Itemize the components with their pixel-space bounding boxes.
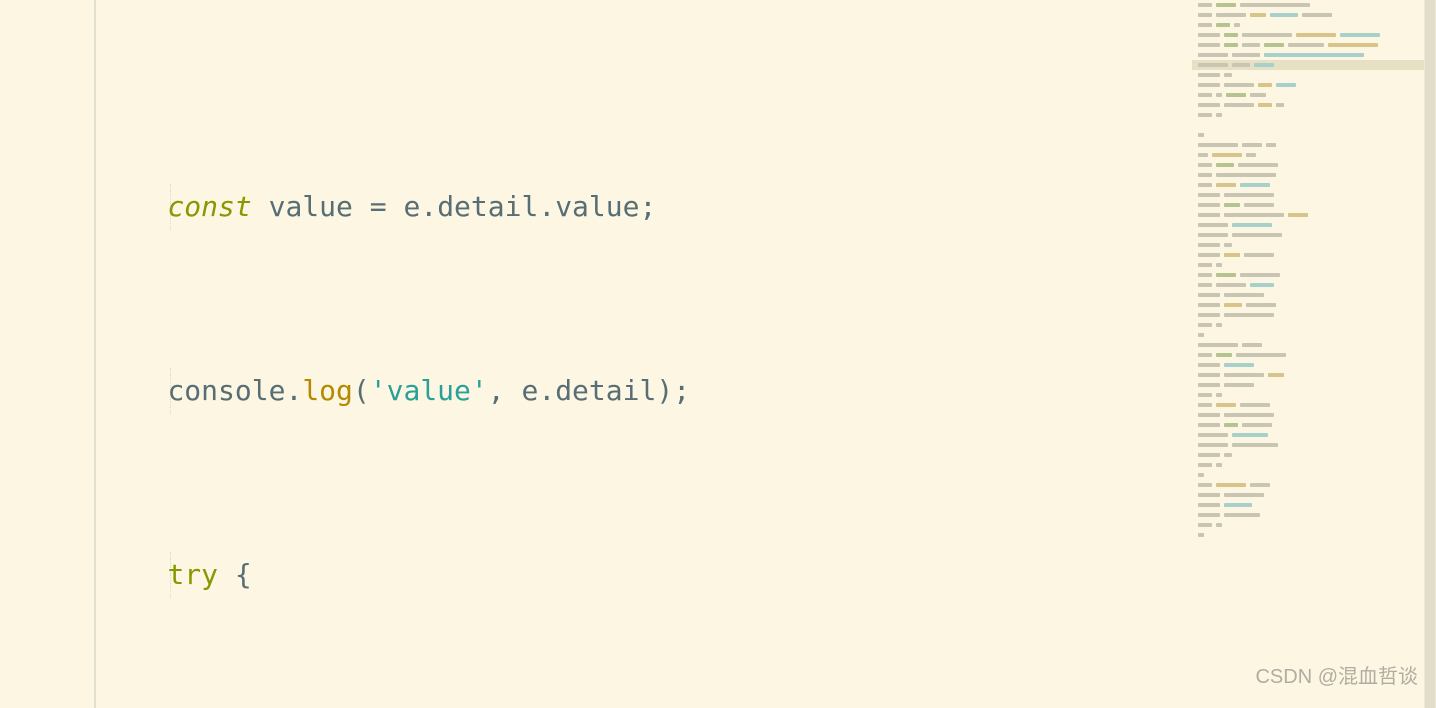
- identifier: value: [269, 190, 353, 223]
- identifier: value: [555, 190, 639, 223]
- code-editor[interactable]: const value = e.detail.value; console.lo…: [0, 0, 1192, 708]
- keyword-const: const: [167, 190, 251, 223]
- identifier: e: [521, 374, 538, 407]
- string-literal: 'value': [370, 374, 488, 407]
- watermark: CSDN @混血哲谈: [1255, 654, 1418, 700]
- identifier: detail: [437, 190, 538, 223]
- scrollbar-thumb[interactable]: [1425, 0, 1435, 708]
- keyword-try: try: [167, 558, 218, 591]
- gutter-line: [94, 0, 96, 708]
- operator: =: [370, 190, 387, 223]
- code-line[interactable]: console.log('value', e.detail);: [0, 368, 1192, 414]
- minimap[interactable]: [1192, 0, 1424, 708]
- identifier: e: [403, 190, 420, 223]
- identifier: detail: [555, 374, 656, 407]
- identifier: console: [167, 374, 285, 407]
- code-line[interactable]: try {: [0, 552, 1192, 598]
- scrollbar[interactable]: [1424, 0, 1436, 708]
- function-call: log: [302, 374, 353, 407]
- code-line[interactable]: const value = e.detail.value;: [0, 184, 1192, 230]
